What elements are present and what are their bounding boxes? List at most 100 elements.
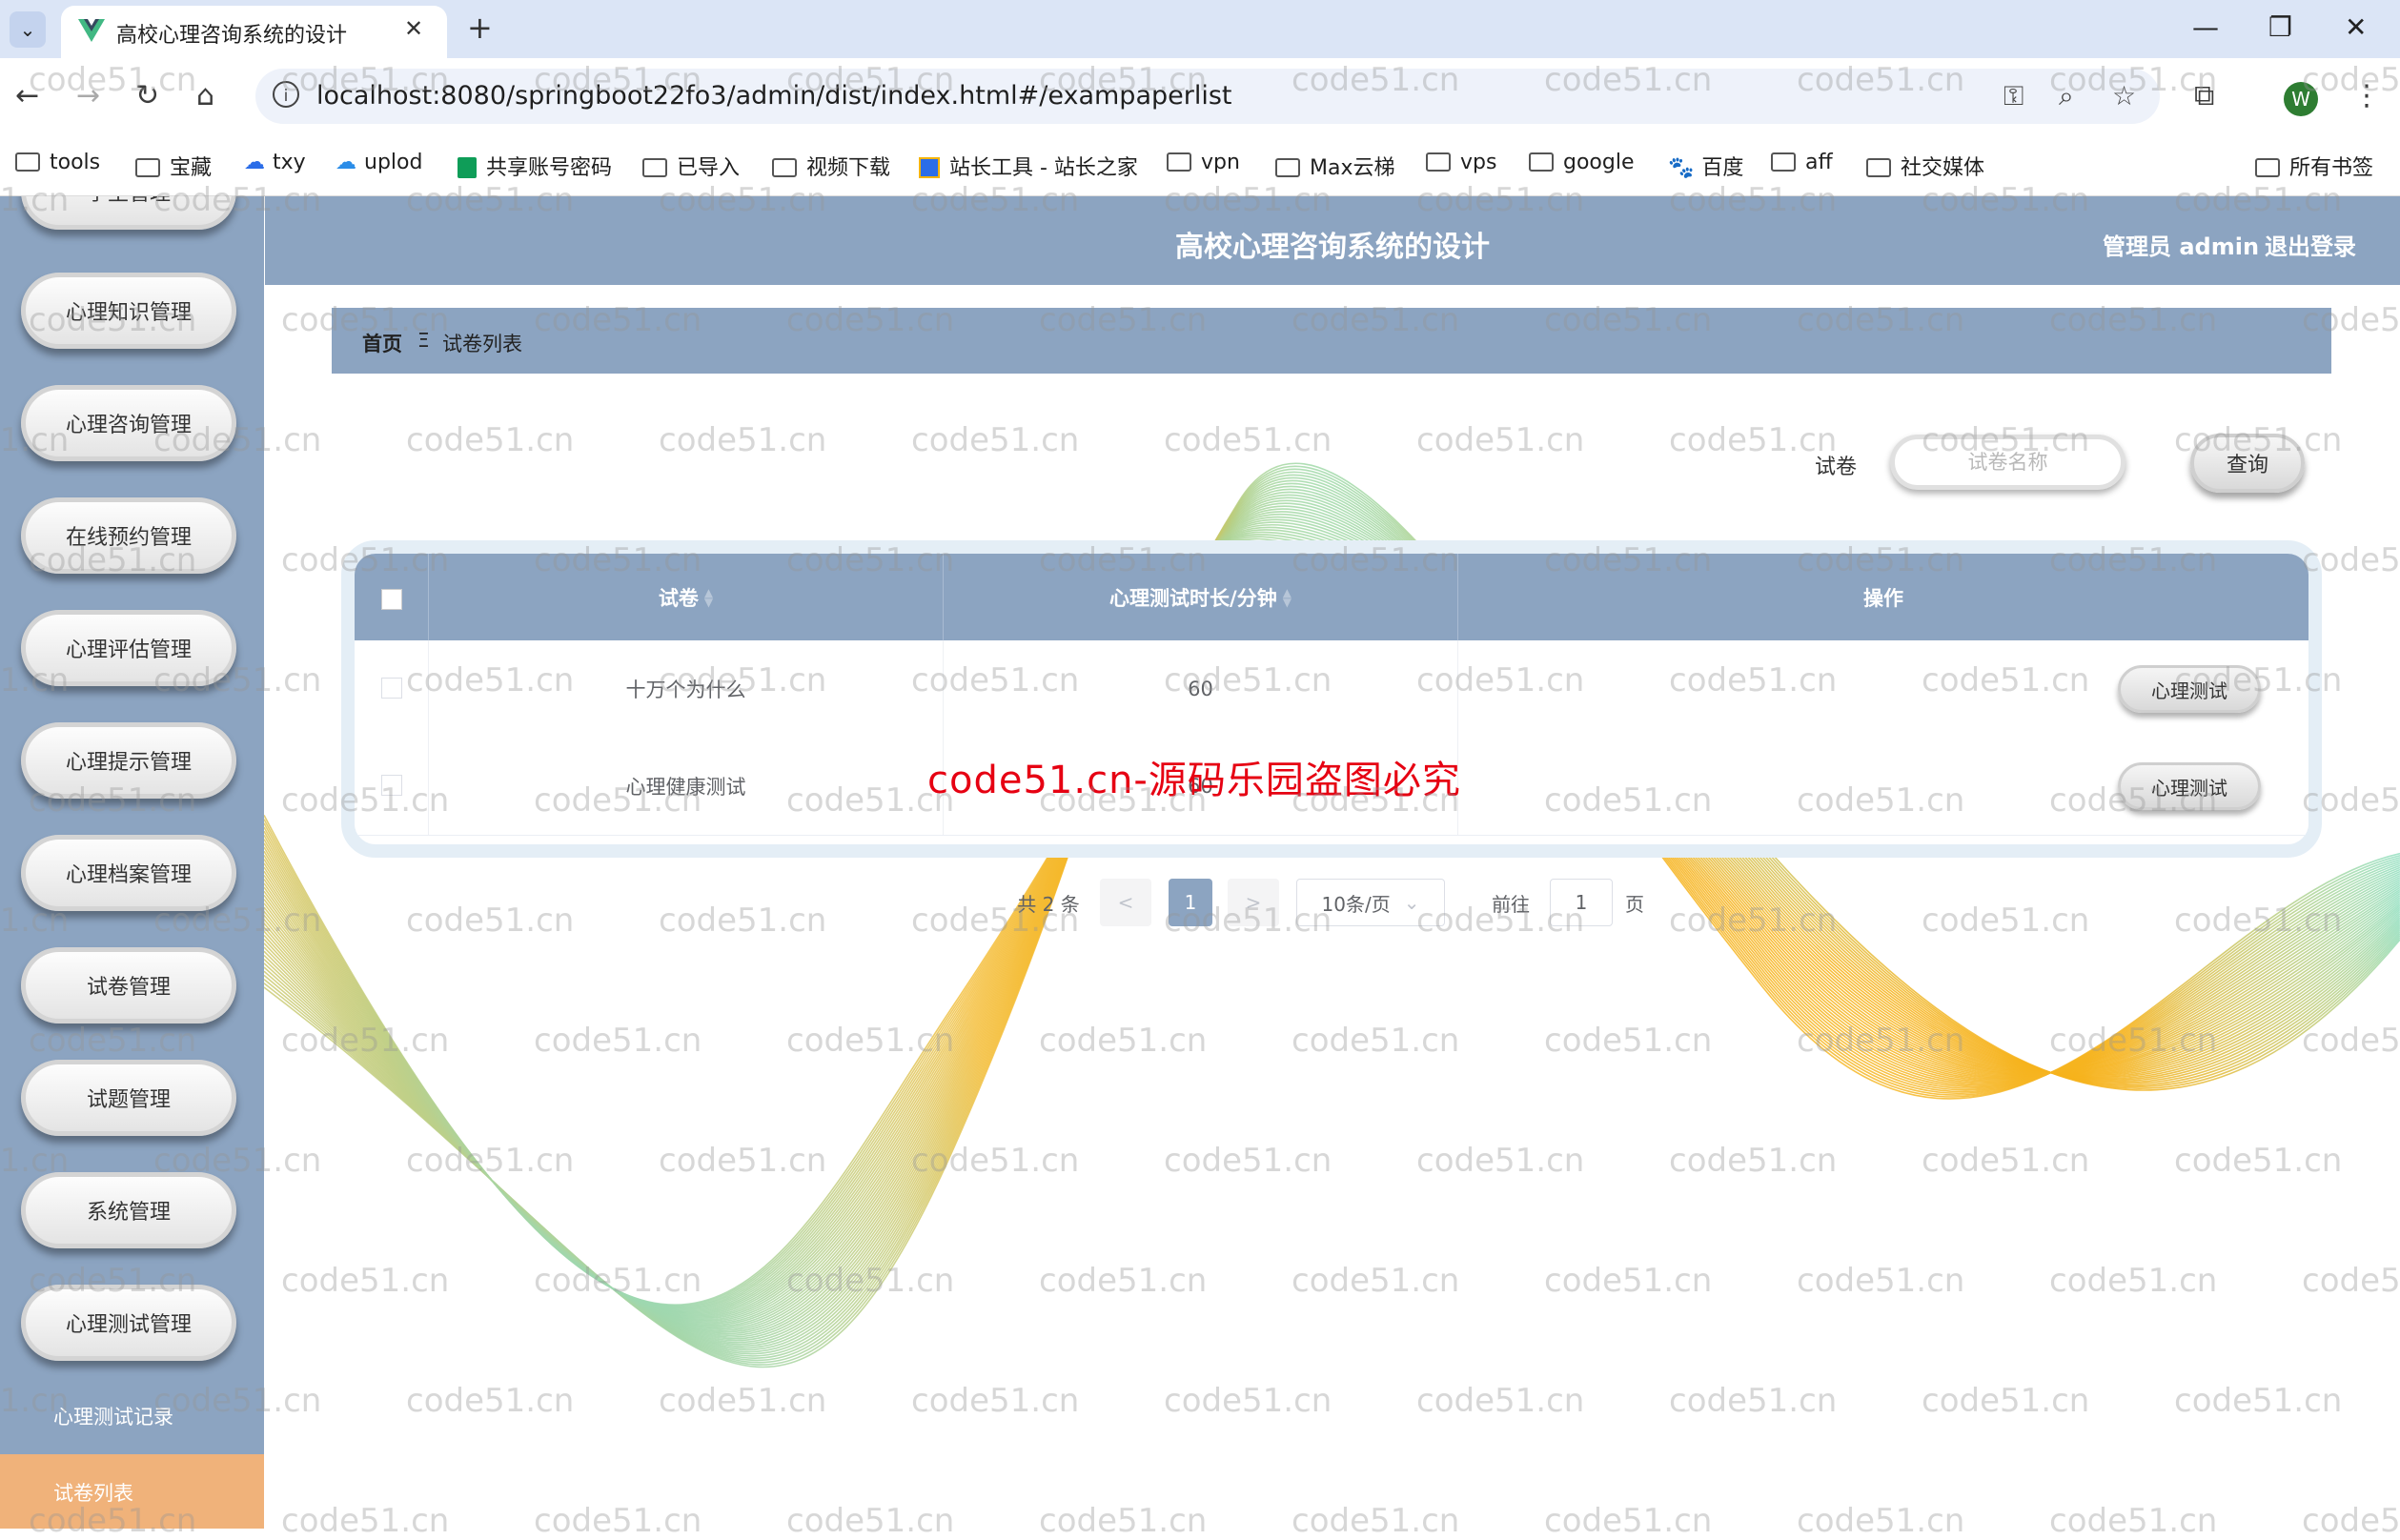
chevron-down-icon: ⌄ bbox=[1403, 891, 1420, 914]
sidebar-item-student[interactable]: 学生管理 bbox=[21, 196, 236, 230]
folder-icon bbox=[1771, 152, 1796, 172]
query-button[interactable]: 查询 bbox=[2190, 434, 2305, 493]
sheet-icon bbox=[458, 157, 477, 178]
cell-paper-name: 心理健康测试 bbox=[625, 776, 746, 799]
sidebar-item-tips[interactable]: 心理提示管理 bbox=[21, 722, 236, 799]
bookmarks-bar: tools 宝藏 ☁ txy ☁ uplod 共享账号密码 已导入 视频下载 站长工… bbox=[0, 141, 2400, 196]
cloud-icon: ☁ bbox=[336, 151, 356, 174]
reload-icon[interactable]: ↻ bbox=[135, 79, 159, 112]
page-size-select[interactable]: 10条/页 ⌄ bbox=[1296, 879, 1445, 926]
goto-page-input[interactable]: 1 bbox=[1550, 879, 1613, 926]
folder-icon bbox=[135, 158, 160, 177]
bookmark-social[interactable]: 社交媒体 bbox=[1866, 151, 1984, 181]
sidebar-item-appointment[interactable]: 在线预约管理 bbox=[21, 497, 236, 574]
close-icon[interactable]: ✕ bbox=[404, 15, 423, 42]
bookmark-google[interactable]: google bbox=[1529, 151, 1635, 174]
vue-logo-icon bbox=[78, 19, 105, 42]
cell-duration: 60 bbox=[1188, 678, 1213, 700]
breadcrumb-current: 试卷列表 bbox=[442, 333, 522, 355]
bookmark-star-icon[interactable]: ☆ bbox=[2112, 80, 2136, 111]
breadcrumb-home[interactable]: 首页 bbox=[362, 329, 402, 357]
sidebar-item-archive[interactable]: 心理档案管理 bbox=[21, 835, 236, 911]
password-key-icon[interactable]: ⚿ bbox=[2003, 80, 2024, 112]
cell-divider bbox=[1457, 640, 1458, 738]
column-header-duration[interactable]: 心理测试时长/分钟 ▲ ▼ bbox=[944, 554, 1457, 640]
select-all-checkbox[interactable] bbox=[381, 589, 402, 610]
top-header: 高校心理咨询系统的设计 管理员 admin 退出登录 bbox=[265, 196, 2400, 285]
bookmark-vps[interactable]: vps bbox=[1426, 151, 1496, 174]
sidebar-item-question[interactable]: 试题管理 bbox=[21, 1060, 236, 1136]
folder-icon bbox=[1866, 158, 1891, 177]
site-info-icon[interactable]: i bbox=[273, 81, 299, 108]
restore-icon[interactable]: ❐ bbox=[2268, 11, 2292, 43]
paper-name-search-input[interactable] bbox=[1890, 435, 2125, 490]
pagination-page-1[interactable]: 1 bbox=[1169, 879, 1212, 926]
folder-icon bbox=[1167, 152, 1191, 172]
paper-table: 试卷 ▲ ▼ 心理测试时长/分钟 ▲ ▼ 操作 十万个为什么 60 心理测试 心理健康测… bbox=[341, 540, 2322, 858]
pagination-total: 共 2 条 bbox=[1017, 892, 1080, 916]
folder-icon bbox=[1426, 152, 1451, 172]
take-test-button[interactable]: 心理测试 bbox=[2118, 665, 2261, 713]
extensions-icon[interactable]: ⧉ bbox=[2194, 79, 2214, 112]
url-text[interactable]: localhost:8080/springboot22fo3/admin/dis… bbox=[316, 81, 1232, 111]
breadcrumb: 首页 Ξ 试卷列表 bbox=[332, 308, 2331, 374]
table-header: 试卷 ▲ ▼ 心理测试时长/分钟 ▲ ▼ 操作 bbox=[355, 554, 2308, 640]
folder-icon bbox=[642, 158, 667, 177]
sidebar-item-test[interactable]: 心理测试管理 bbox=[21, 1285, 236, 1361]
sidebar-item-assessment[interactable]: 心理评估管理 bbox=[21, 610, 236, 686]
bookmark-aff[interactable]: aff bbox=[1771, 151, 1833, 174]
sidebar-item-knowledge[interactable]: 心理知识管理 bbox=[21, 273, 236, 349]
sidebar-item-consult[interactable]: 心理咨询管理 bbox=[21, 385, 236, 461]
bookmark-video-download[interactable]: 视频下载 bbox=[772, 151, 890, 181]
bookmark-tools[interactable]: tools bbox=[15, 151, 100, 174]
address-bar[interactable]: i localhost:8080/springboot22fo3/admin/d… bbox=[255, 69, 2160, 124]
cloud-icon: ☁ bbox=[244, 151, 265, 174]
pagination-next-button[interactable]: > bbox=[1228, 879, 1279, 926]
forward-arrow-icon[interactable]: → bbox=[76, 79, 100, 112]
search-label: 试卷 bbox=[1815, 456, 1858, 479]
baidu-paw-icon: 🐾 bbox=[1668, 156, 1695, 180]
sidebar-item-system[interactable]: 系统管理 bbox=[21, 1172, 236, 1248]
take-test-button[interactable]: 心理测试 bbox=[2118, 762, 2261, 810]
chinaz-icon bbox=[919, 157, 940, 178]
column-header-paper[interactable]: 试卷 ▲ ▼ bbox=[429, 554, 943, 640]
bookmark-baozang[interactable]: 宝藏 bbox=[135, 151, 212, 181]
bookmark-chinaz[interactable]: 站长工具 - 站长之家 bbox=[919, 151, 1138, 181]
sidebar-subitem-test-records[interactable]: 心理测试记录 bbox=[0, 1378, 264, 1454]
bookmark-txy[interactable]: ☁ txy bbox=[244, 151, 306, 174]
home-icon[interactable]: ⌂ bbox=[196, 79, 214, 112]
column-header-actions: 操作 bbox=[1863, 586, 1903, 610]
back-arrow-icon[interactable]: ← bbox=[15, 79, 39, 112]
folder-icon bbox=[1529, 152, 1554, 172]
bookmark-uplod[interactable]: ☁ uplod bbox=[336, 151, 422, 174]
bookmark-shared-accounts[interactable]: 共享账号密码 bbox=[458, 151, 612, 181]
logout-button[interactable]: 退出登录 bbox=[2265, 228, 2356, 261]
row-checkbox[interactable] bbox=[381, 678, 402, 699]
breadcrumb-separator-icon: Ξ bbox=[417, 329, 430, 352]
pagination-prev-button[interactable]: < bbox=[1100, 879, 1151, 926]
watermark-overlay: code51.cn-源码乐园盗图必究 bbox=[927, 759, 1461, 802]
zoom-icon[interactable]: ⌕ bbox=[2059, 80, 2074, 112]
bookmark-imported[interactable]: 已导入 bbox=[642, 151, 740, 181]
sidebar-item-paper[interactable]: 试卷管理 bbox=[21, 947, 236, 1023]
decorative-wave-background bbox=[263, 462, 2400, 1368]
sort-icon[interactable]: ▲ ▼ bbox=[704, 587, 713, 608]
browser-tab-bar: ⌄ 高校心理咨询系统的设计 ✕ + — ❐ ✕ bbox=[0, 0, 2400, 58]
goto-label: 前往 bbox=[1492, 892, 1530, 916]
more-menu-icon[interactable]: ⋮ bbox=[2352, 79, 2381, 112]
tab-list-button[interactable]: ⌄ bbox=[10, 11, 46, 48]
bookmark-vpn[interactable]: vpn bbox=[1167, 151, 1240, 174]
window-close-icon[interactable]: ✕ bbox=[2345, 11, 2367, 43]
all-bookmarks[interactable]: 所有书签 bbox=[2255, 151, 2373, 181]
bookmark-baidu[interactable]: 🐾 百度 bbox=[1668, 151, 1743, 181]
folder-icon bbox=[772, 158, 797, 177]
browser-tab-active[interactable]: 高校心理咨询系统的设计 ✕ bbox=[61, 6, 447, 58]
sort-icon[interactable]: ▲ ▼ bbox=[1283, 587, 1292, 608]
bookmark-max[interactable]: Max云梯 bbox=[1275, 151, 1394, 181]
row-checkbox[interactable] bbox=[381, 775, 402, 796]
minimize-icon[interactable]: — bbox=[2192, 11, 2219, 43]
new-tab-plus-icon[interactable]: + bbox=[467, 10, 493, 46]
sidebar-subitem-paper-list[interactable]: 试卷列表 bbox=[0, 1454, 264, 1529]
profile-avatar[interactable]: W bbox=[2284, 82, 2318, 116]
tab-title: 高校心理咨询系统的设计 bbox=[116, 24, 348, 48]
